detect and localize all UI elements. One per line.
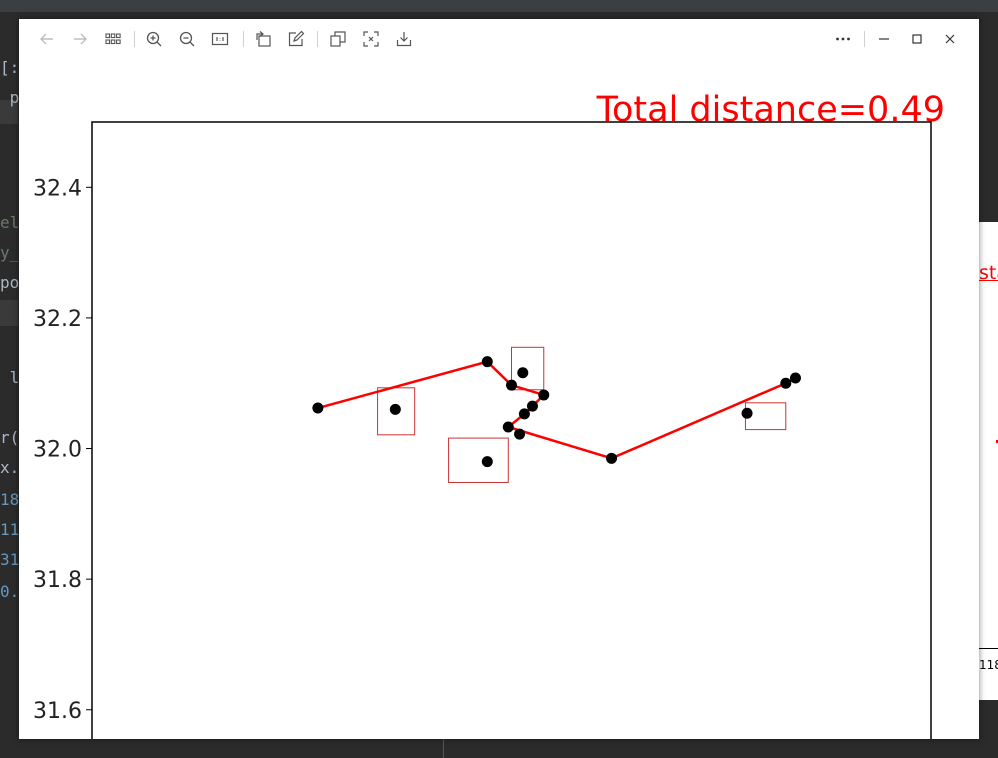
arrow-left-icon <box>40 33 53 45</box>
unvisited-point <box>741 407 753 419</box>
route-point <box>518 408 530 420</box>
actual-size-button[interactable] <box>210 29 230 49</box>
background-divider <box>443 738 444 758</box>
actual-size-icon <box>211 32 229 46</box>
edit-button[interactable] <box>286 29 306 49</box>
viewer-toolbar <box>19 19 979 59</box>
y-tick-label: 32.2 <box>33 307 82 332</box>
background-code-line: x. <box>0 458 20 477</box>
unvisited-point <box>514 428 526 440</box>
route-point <box>538 389 550 401</box>
zoom-out-icon <box>179 31 195 47</box>
background-axis-line <box>979 648 998 649</box>
background-code-line: y_ <box>0 243 20 262</box>
more-button[interactable] <box>833 29 853 49</box>
background-tick-label: 118 <box>979 658 998 672</box>
background-code-line: po <box>0 273 20 292</box>
download-icon <box>396 32 412 47</box>
highlight-boxes <box>377 346 787 483</box>
maximize-button[interactable] <box>907 29 927 49</box>
background-line-highlight <box>0 300 18 326</box>
background-code-line: 11 <box>0 520 20 539</box>
route-plot: Total distance=0.49 32.4 32.2 32.0 31.8 31.6 <box>33 90 945 739</box>
minimize-icon <box>879 38 889 40</box>
background-code-line: 0. <box>0 582 20 601</box>
grid-view-button[interactable] <box>103 29 123 49</box>
maximize-icon <box>912 34 922 44</box>
zoom-in-button[interactable] <box>144 29 164 49</box>
background-figure-title: sta <box>979 262 998 284</box>
route-point <box>606 452 618 464</box>
background-titlebar <box>0 0 998 12</box>
toolbar-divider <box>243 31 244 47</box>
route-point <box>506 379 517 391</box>
edit-icon <box>288 30 305 47</box>
unvisited-point <box>481 456 493 468</box>
route-points <box>312 356 801 468</box>
grid-icon <box>105 33 121 45</box>
toolbar-divider <box>317 31 318 47</box>
route-point <box>481 356 493 368</box>
y-tick-label: 31.8 <box>33 568 82 593</box>
zoom-out-button[interactable] <box>177 29 197 49</box>
y-tick-label: 32.4 <box>33 176 82 201</box>
minimize-button[interactable] <box>874 29 894 49</box>
chart-title: Total distance=0.49 <box>596 90 945 130</box>
background-code-line: l <box>0 368 20 387</box>
more-icon <box>836 37 850 41</box>
copy-button[interactable] <box>328 29 348 49</box>
rotate-button[interactable] <box>253 29 273 49</box>
rotate-icon <box>256 31 271 47</box>
background-code-line: el <box>0 213 20 232</box>
y-tick-label: 31.6 <box>33 699 82 724</box>
figure-canvas: Total distance=0.49 32.4 32.2 32.0 31.8 31.6 <box>19 59 979 739</box>
route-point <box>526 400 538 412</box>
toolbar-divider <box>864 31 865 47</box>
background-code-line: p <box>0 88 20 107</box>
fit-button[interactable] <box>361 29 381 49</box>
zoom-in-icon <box>146 31 162 47</box>
toolbar-divider <box>134 31 135 47</box>
arrow-right-icon <box>74 33 87 45</box>
highlight-box <box>448 437 509 483</box>
unvisited-point <box>517 367 529 379</box>
y-tick-label: 32.0 <box>33 438 82 463</box>
background-figure-window[interactable]: sta 118 <box>979 222 998 700</box>
background-code-line: 31 <box>0 550 20 569</box>
y-axis-ticks: 32.4 32.2 32.0 31.8 31.6 <box>33 176 92 724</box>
back-button[interactable] <box>37 29 57 49</box>
route-point <box>312 402 324 414</box>
unvisited-point <box>389 403 401 415</box>
background-code-line: r( <box>0 428 20 447</box>
background-code-line: 18 <box>0 490 20 509</box>
route-point <box>502 421 514 433</box>
copy-icon <box>330 31 346 47</box>
close-button[interactable] <box>940 29 960 49</box>
image-viewer-window: Total distance=0.49 32.4 32.2 32.0 31.8 31.6 <box>19 19 979 739</box>
route-point <box>789 372 801 384</box>
route-point <box>780 377 792 389</box>
forward-button[interactable] <box>70 29 90 49</box>
fit-icon <box>363 31 379 47</box>
route-line <box>317 360 797 460</box>
background-code-line: [: <box>0 58 20 77</box>
close-icon <box>945 34 955 44</box>
save-button[interactable] <box>394 29 414 49</box>
